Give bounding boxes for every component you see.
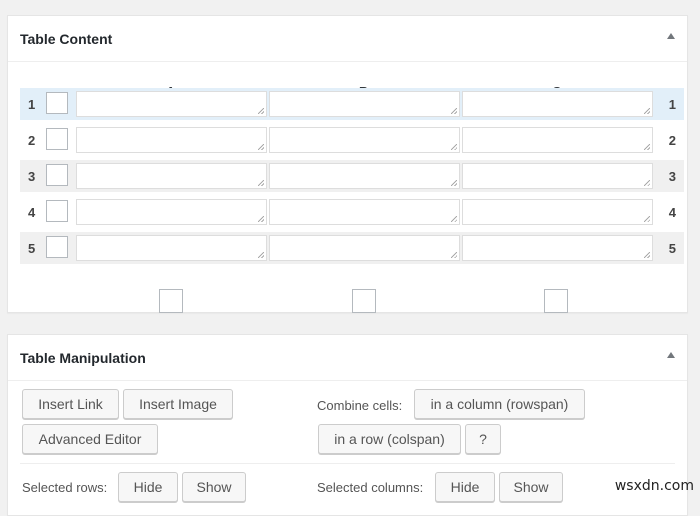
cell-textarea[interactable] [462,91,653,117]
row-number-right: 4 [668,205,676,220]
row-number: 4 [28,205,36,220]
panel-title: Table Manipulation [20,350,146,366]
combine-cells-label: Combine cells: [317,398,403,413]
row-checkbox[interactable] [46,164,68,186]
column-c-checkbox[interactable] [544,289,568,313]
column-a-checkbox[interactable] [159,289,183,313]
cell-textarea[interactable] [462,235,653,261]
divider [20,463,675,464]
show-rows-button[interactable]: Show [182,472,246,502]
hide-rows-button[interactable]: Hide [118,472,178,502]
cell-textarea[interactable] [462,199,653,225]
column-b-checkbox[interactable] [352,289,376,313]
insert-image-button[interactable]: Insert Image [123,389,233,419]
row-number: 2 [28,133,36,148]
selected-columns-label: Selected columns: [317,480,424,495]
combine-colspan-button[interactable]: in a row (colspan) [318,424,461,454]
cell-textarea[interactable] [76,235,267,261]
table-manipulation-header[interactable]: Table Manipulation [8,335,687,381]
table-row: 55 [20,232,684,264]
advanced-editor-button[interactable]: Advanced Editor [22,424,158,454]
cell-textarea[interactable] [269,91,460,117]
hide-columns-button[interactable]: Hide [435,472,495,502]
show-columns-button[interactable]: Show [499,472,563,502]
watermark: wsxdn.com [614,478,694,494]
cell-textarea[interactable] [76,127,267,153]
row-number: 3 [28,169,36,184]
row-checkbox[interactable] [46,92,68,114]
combine-help-button[interactable]: ? [465,424,501,454]
table-row: 22 [20,124,684,156]
collapse-toggle-icon[interactable] [667,352,675,358]
row-number-right: 5 [668,241,676,256]
cell-textarea[interactable] [462,127,653,153]
table-manipulation-panel: Table Manipulation Insert Link Insert Im… [7,334,688,516]
cell-textarea[interactable] [269,127,460,153]
table-content-header[interactable]: Table Content [8,16,687,62]
table-content-panel: Table Content A B C 1122334455 [7,15,688,313]
insert-link-button[interactable]: Insert Link [22,389,119,419]
row-checkbox[interactable] [46,128,68,150]
cell-textarea[interactable] [269,163,460,189]
cell-textarea[interactable] [76,163,267,189]
row-number-right: 2 [668,133,676,148]
table-row: 11 [20,88,684,120]
row-checkbox[interactable] [46,236,68,258]
combine-rowspan-button[interactable]: in a column (rowspan) [414,389,585,419]
selected-rows-label: Selected rows: [22,480,108,495]
panel-title: Table Content [20,31,113,47]
cell-textarea[interactable] [462,163,653,189]
cell-textarea[interactable] [269,235,460,261]
cell-textarea[interactable] [76,199,267,225]
row-number: 5 [28,241,36,256]
row-number-right: 1 [668,97,676,112]
cell-textarea[interactable] [76,91,267,117]
row-number-right: 3 [668,169,676,184]
cell-textarea[interactable] [269,199,460,225]
table-row: 44 [20,196,684,228]
collapse-toggle-icon[interactable] [667,33,675,39]
row-number: 1 [28,97,36,112]
table-row: 33 [20,160,684,192]
row-checkbox[interactable] [46,200,68,222]
